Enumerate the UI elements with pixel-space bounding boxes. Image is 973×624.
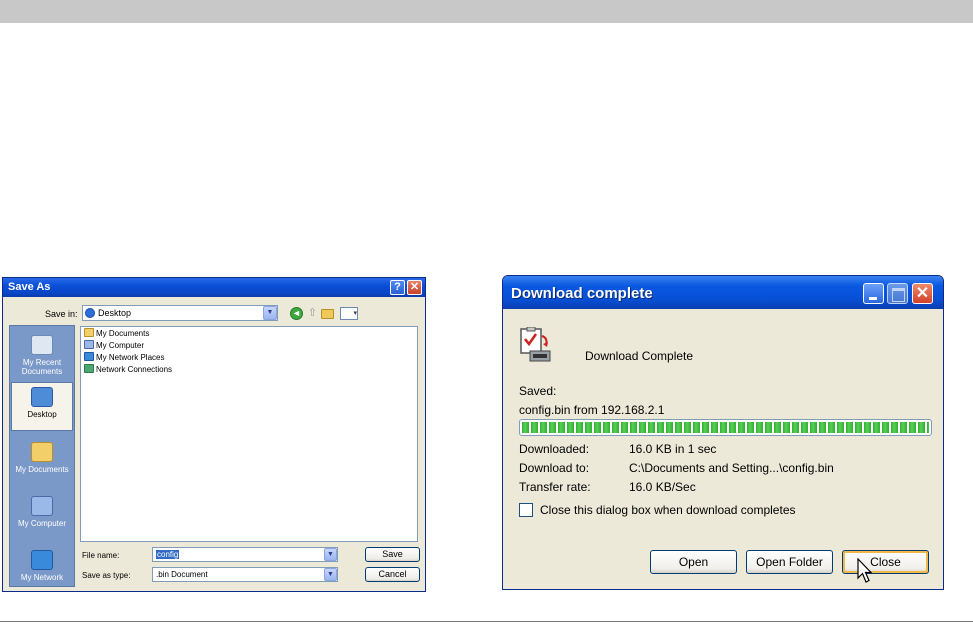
saved-value: config.bin from 192.168.2.1 — [519, 403, 665, 417]
file-name-value: config — [156, 550, 180, 559]
close-when-done-label[interactable]: Close this dialog box when download comp… — [540, 503, 796, 517]
place-my-network[interactable]: My Network — [11, 550, 73, 582]
up-folder-icon[interactable]: ⇧ — [306, 307, 319, 320]
place-label: My Documents — [15, 465, 69, 474]
open-folder-button[interactable]: Open Folder — [746, 550, 833, 574]
computer-icon — [84, 340, 94, 349]
desktop-icon — [85, 308, 95, 318]
list-item-label: My Network Places — [96, 353, 165, 362]
file-name-label: File name: — [82, 551, 120, 560]
desktop-icon — [31, 387, 53, 407]
close-when-done-checkbox[interactable] — [519, 503, 533, 517]
close-button[interactable]: ✕ — [407, 280, 422, 295]
new-folder-icon[interactable] — [321, 309, 334, 319]
file-name-input[interactable]: config ▼ — [152, 547, 338, 562]
place-recent-documents[interactable]: My Recent Documents — [11, 335, 73, 376]
bottom-divider — [0, 621, 973, 622]
save-as-type-label: Save as type: — [82, 571, 131, 580]
views-menu-icon[interactable]: ▾ — [340, 307, 358, 320]
place-label: Desktop — [27, 410, 57, 419]
recent-documents-icon — [31, 335, 53, 355]
save-in-label: Save in: — [45, 309, 78, 319]
save-as-dialog: Save As ? ✕ Save in: Desktop ▼ ◄ ⇧ ▾ My … — [2, 277, 426, 592]
download-complete-icon — [520, 327, 551, 362]
place-label: My Recent Documents — [21, 358, 63, 376]
place-my-documents[interactable]: My Documents — [11, 442, 73, 474]
back-icon[interactable]: ◄ — [290, 307, 303, 320]
minimize-button[interactable] — [863, 283, 884, 304]
save-as-title-bar[interactable]: Save As ? ✕ — [3, 278, 425, 297]
maximize-button[interactable] — [887, 283, 908, 304]
open-button[interactable]: Open — [650, 550, 737, 574]
close-button[interactable]: ✕ — [912, 283, 933, 304]
save-as-type-value: .bin Document — [156, 570, 208, 579]
download-to-value: C:\Documents and Setting...\config.bin — [629, 461, 834, 475]
list-item[interactable]: My Network Places — [84, 352, 164, 364]
chevron-down-icon[interactable]: ▼ — [263, 306, 277, 320]
place-desktop[interactable]: Desktop — [11, 382, 73, 431]
save-button[interactable]: Save — [365, 547, 420, 562]
download-title: Download complete — [511, 285, 653, 302]
file-list[interactable]: My Documents My Computer My Network Plac… — [80, 326, 418, 542]
places-bar: My Recent Documents Desktop My Documents… — [9, 325, 75, 587]
my-network-icon — [31, 550, 53, 570]
my-documents-icon — [31, 442, 53, 462]
top-gray-bar — [0, 0, 973, 23]
list-item[interactable]: My Computer — [84, 340, 144, 352]
download-complete-dialog: Download complete ✕ Download Complete Sa… — [502, 275, 944, 590]
close-download-button[interactable]: Close — [842, 550, 929, 574]
saved-label: Saved: — [519, 384, 557, 398]
mouse-cursor-icon — [857, 558, 873, 583]
download-progress-bar — [519, 419, 932, 436]
downloaded-label: Downloaded: — [519, 442, 590, 456]
list-item[interactable]: Network Connections — [84, 364, 172, 376]
download-heading: Download Complete — [585, 349, 694, 363]
chevron-down-icon[interactable]: ▼ — [324, 548, 337, 561]
download-title-bar[interactable]: Download complete ✕ — [503, 276, 943, 309]
transfer-rate-label: Transfer rate: — [519, 480, 591, 494]
cancel-button[interactable]: Cancel — [365, 567, 420, 582]
progress-fill — [522, 422, 929, 433]
transfer-rate-value: 16.0 KB/Sec — [629, 480, 696, 494]
folder-icon — [84, 328, 94, 337]
list-item-label: My Computer — [96, 341, 145, 350]
download-to-label: Download to: — [519, 461, 590, 475]
network-icon — [84, 352, 94, 361]
help-button[interactable]: ? — [390, 280, 405, 295]
list-item[interactable]: My Documents — [84, 328, 149, 340]
save-as-title: Save As — [8, 281, 51, 293]
chevron-down-icon[interactable]: ▼ — [324, 568, 337, 581]
place-label: My Computer — [17, 519, 66, 528]
save-in-value: Desktop — [98, 308, 132, 318]
save-in-dropdown[interactable]: Desktop ▼ — [82, 305, 278, 321]
downloaded-value: 16.0 KB in 1 sec — [629, 442, 717, 456]
list-item-label: Network Connections — [96, 365, 173, 374]
save-as-type-select[interactable]: .bin Document ▼ — [152, 567, 338, 582]
network-connections-icon — [84, 364, 94, 373]
place-my-computer[interactable]: My Computer — [11, 496, 73, 528]
my-computer-icon — [31, 496, 53, 516]
list-item-label: My Documents — [96, 329, 150, 338]
place-label: My Network — [20, 573, 64, 582]
